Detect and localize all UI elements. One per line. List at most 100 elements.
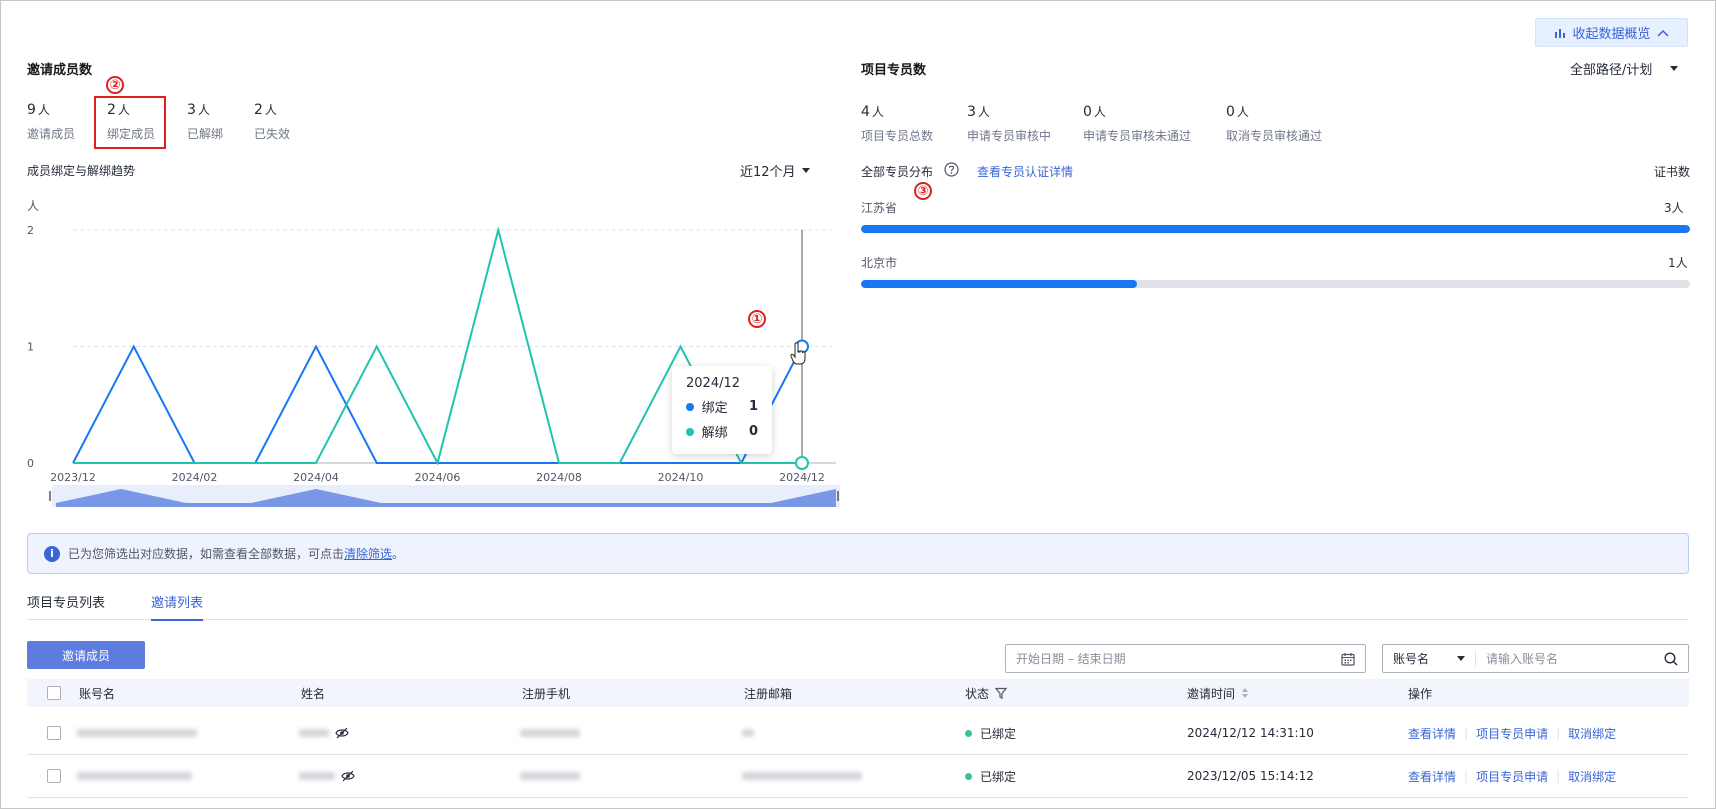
column-header: 账号名 xyxy=(79,686,116,701)
x-tick-label: 2024/04 xyxy=(293,471,339,484)
select-all-checkbox[interactable] xyxy=(47,686,61,700)
redacted-phone xyxy=(520,729,580,737)
chevron-up-icon xyxy=(1656,29,1669,37)
x-tick-label: 2024/12 xyxy=(779,471,825,484)
stat-unit: 人 xyxy=(117,103,130,117)
info-end: 。 xyxy=(392,547,405,561)
invite-member-button[interactable]: 邀请成员 xyxy=(27,641,145,669)
stat-invited: 9人 邀请成员 xyxy=(27,101,75,142)
stat-cancelled: 0人 取消专员审核通过 xyxy=(1226,103,1322,144)
invite-time: 2023/12/05 15:14:12 xyxy=(1187,769,1314,783)
region-bar-fill xyxy=(861,225,1690,233)
trend-title: 成员绑定与解绑趋势 xyxy=(27,164,136,178)
collapse-overview-button[interactable]: 收起数据概览 xyxy=(1535,18,1688,47)
column-header: 注册手机 xyxy=(522,686,571,701)
stat-value: 3 xyxy=(187,102,196,118)
y-axis-unit: 人 xyxy=(27,199,39,213)
redacted-phone xyxy=(520,772,580,780)
stat-value: 0 xyxy=(1226,104,1235,120)
distribution-title: 全部专员分布 xyxy=(861,165,934,179)
view-detail-link[interactable]: 查看详情 xyxy=(1408,768,1456,785)
tooltip-series-name: 绑定 xyxy=(701,401,728,416)
sort-icon[interactable] xyxy=(1241,687,1249,699)
filter-icon[interactable] xyxy=(995,687,1008,699)
stat-label: 已失效 xyxy=(254,127,291,141)
collapse-label: 收起数据概览 xyxy=(1572,27,1651,42)
column-header: 姓名 xyxy=(301,686,326,701)
tab-invite-list[interactable]: 邀请列表 xyxy=(151,592,204,621)
stat-total-experts: 4人 项目专员总数 xyxy=(861,103,933,144)
row-checkbox[interactable] xyxy=(47,769,61,783)
stat-value: 9 xyxy=(27,102,36,118)
account-search-box: 账号名 请输入账号名 xyxy=(1382,644,1689,673)
table-row: 已绑定 2024/12/12 14:31:10 查看详情 | 项目专员申请 | 取消… xyxy=(27,712,1689,755)
y-tick-label: 2 xyxy=(27,224,34,237)
marker-two: ② xyxy=(106,76,124,94)
range-select[interactable]: 近12个月 xyxy=(740,161,810,180)
filter-info-bar: i 已为您筛选出对应数据，如需查看全部数据，可点击清除筛选。 xyxy=(27,533,1689,574)
list-tabs: 项目专员列表 邀请列表 xyxy=(27,588,1689,621)
view-cert-detail-link[interactable]: 查看专员认证详情 xyxy=(977,163,1073,180)
clear-filter-link[interactable]: 清除筛选 xyxy=(344,547,392,561)
redacted-account xyxy=(77,729,197,737)
calendar-icon xyxy=(1341,652,1355,666)
stat-bound: 2人 绑定成员 xyxy=(107,101,155,142)
search-field-select[interactable]: 账号名 xyxy=(1383,650,1475,667)
redacted-account xyxy=(77,772,192,780)
row-checkbox[interactable] xyxy=(47,726,61,740)
stat-label: 取消专员审核通过 xyxy=(1226,129,1323,143)
caret-down-icon xyxy=(1670,66,1679,71)
search-input[interactable]: 请输入账号名 xyxy=(1476,650,1664,667)
expert-apply-link[interactable]: 项目专员申请 xyxy=(1476,725,1548,742)
stat-value: 3 xyxy=(967,104,976,120)
info-text: 已为您筛选出对应数据，如需查看全部数据，可点击 xyxy=(68,547,345,561)
x-tick-label: 2024/08 xyxy=(536,471,582,484)
data-point xyxy=(795,456,809,470)
table-row: 已绑定 2023/12/05 15:14:12 查看详情 | 项目专员申请 | 取消… xyxy=(27,755,1689,798)
search-placeholder: 请输入账号名 xyxy=(1486,652,1559,666)
status-dot xyxy=(965,729,972,737)
stat-unit: 人 xyxy=(264,103,277,117)
stat-value: 2 xyxy=(107,102,116,118)
stat-unit: 人 xyxy=(197,103,210,117)
expert-apply-link[interactable]: 项目专员申请 xyxy=(1476,768,1548,785)
redacted-email xyxy=(742,772,862,780)
expert-panel-title: 项目专员数 xyxy=(861,63,927,78)
stat-label: 申请专员审核中 xyxy=(967,129,1052,143)
region-name: 江苏省 xyxy=(861,201,898,215)
column-header: 操作 xyxy=(1408,686,1433,701)
region-name: 北京市 xyxy=(861,256,898,270)
eye-hidden-icon[interactable] xyxy=(341,770,355,782)
tooltip-title: 2024/12 xyxy=(686,376,741,391)
trend-chart: 人 0 1 2 2023/12 2024/02 2024/04 2024/06 2024/08 2… xyxy=(27,199,840,507)
help-icon[interactable] xyxy=(944,162,959,177)
stat-rejected: 0人 申请专员审核未通过 xyxy=(1083,103,1191,144)
status-text: 已绑定 xyxy=(980,726,1017,741)
redacted-name xyxy=(299,772,335,780)
redacted-name xyxy=(299,729,329,737)
stat-label: 项目专员总数 xyxy=(861,129,934,143)
region-bar-fill xyxy=(861,280,1138,288)
view-detail-link[interactable]: 查看详情 xyxy=(1408,725,1456,742)
x-tick-label: 2023/12 xyxy=(50,471,96,484)
y-tick-label: 0 xyxy=(27,457,34,470)
unbind-link[interactable]: 取消绑定 xyxy=(1568,768,1616,785)
stat-unit: 人 xyxy=(37,103,50,117)
path-select[interactable]: 全部路径/计划 xyxy=(1570,59,1679,78)
search-icon[interactable] xyxy=(1664,651,1678,666)
marker-three: ③ xyxy=(914,182,932,200)
unbind-link[interactable]: 取消绑定 xyxy=(1568,725,1616,742)
tooltip-series-name: 解绑 xyxy=(701,426,728,441)
caret-down-icon xyxy=(801,168,810,173)
bar-chart-icon xyxy=(1555,28,1566,38)
stat-unbound: 3人 已解绑 xyxy=(187,101,223,142)
region-count: 1人 xyxy=(1668,256,1688,270)
eye-hidden-icon[interactable] xyxy=(335,727,349,739)
column-header: 注册邮箱 xyxy=(744,686,793,701)
tab-expert-list[interactable]: 项目专员列表 xyxy=(27,592,105,619)
path-select-value: 全部路径/计划 xyxy=(1570,63,1653,78)
series-dot xyxy=(686,427,694,436)
stat-label: 绑定成员 xyxy=(107,127,156,141)
date-range-input[interactable]: 开始日期 – 结束日期 xyxy=(1005,644,1366,673)
stat-unit: 人 xyxy=(871,105,884,119)
